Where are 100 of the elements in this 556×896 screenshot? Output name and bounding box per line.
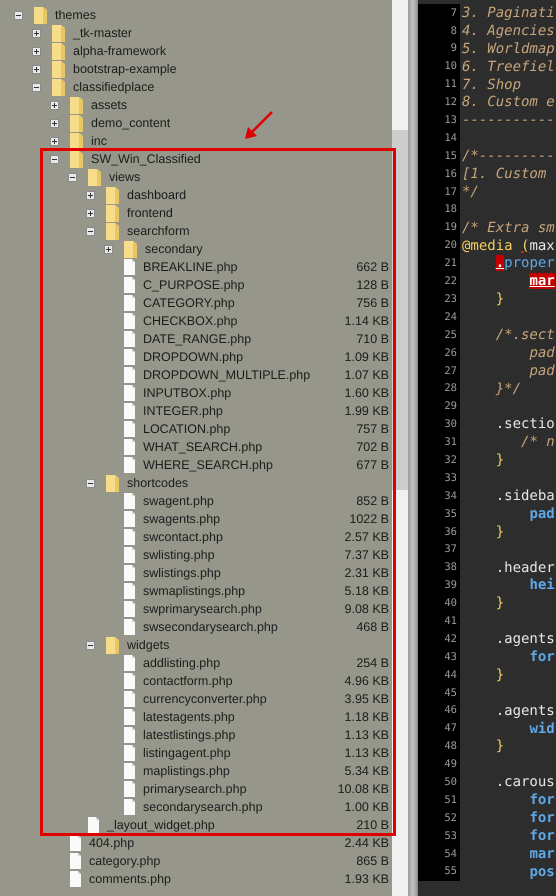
line-number: 20 [444,240,457,251]
code-line: } [494,524,504,539]
file-icon [124,763,135,779]
line-number: 13 [444,115,457,126]
file-name: swmaplistings.php [143,584,246,598]
line-number: 33 [444,472,457,484]
folder-name: bootstrap-example [73,62,177,76]
line-number: 17 [444,186,457,198]
collapse-icon[interactable] [14,10,23,20]
line-number: 49 [444,759,457,770]
folder-name: views [109,170,140,184]
file-size: 757 B [356,422,389,436]
line-number: 16 [444,168,457,180]
collapse-icon[interactable] [86,226,95,236]
file-size: 2.44 KB [344,836,389,850]
file-size: 1022 B [349,512,389,526]
file-icon [124,403,135,419]
file-size: 702 B [356,440,389,454]
file-icon [70,871,81,887]
expand-icon[interactable] [50,100,59,110]
folder-icon [106,474,119,492]
file-name: INTEGER.php [143,404,223,418]
file-icon [124,277,135,293]
file-size: 1.00 KB [344,800,389,814]
file-icon [124,583,135,599]
folder-name: assets [91,98,128,112]
line-number: 55 [444,866,457,877]
file-name: swagents.php [143,512,220,526]
file-icon [124,547,135,563]
collapse-icon[interactable] [32,82,41,92]
expand-icon[interactable] [50,118,59,128]
line-number: 7 [450,8,457,18]
code-line: ----------- [462,113,555,128]
file-icon [124,799,135,815]
code-line: wid [528,722,555,736]
collapse-icon[interactable] [50,154,59,164]
file-size: 1.14 KB [344,314,389,328]
line-number: 30 [444,419,457,430]
file-size: 677 B [356,458,389,472]
file-name: primarysearch.php [143,782,247,796]
file-icon [124,313,135,329]
code-line: } [494,668,504,682]
file-size: 756 B [356,296,389,310]
file-size: 662 B [356,260,389,274]
expand-icon[interactable] [32,64,41,74]
file-icon [124,529,135,545]
folder-icon [52,42,65,60]
expand-icon[interactable] [50,136,59,146]
expand-icon[interactable] [86,190,95,200]
file-size: 1.99 KB [344,404,389,418]
file-icon [124,295,135,311]
code-line: 6. Treefiel [462,60,555,74]
file-name: swcontact.php [143,530,223,544]
line-number: 52 [444,812,457,824]
file-name: maplistings.php [143,764,230,778]
code-line: 5. Worldmap [462,42,555,56]
line-number: 27 [444,366,457,376]
folder-icon [88,168,101,186]
line-number: 32 [444,454,457,466]
code-line: /* Extra sm [462,220,555,235]
line-number: 26 [444,348,457,358]
file-icon [124,691,135,707]
file-size: 1.07 KB [344,368,389,382]
line-number: 31 [444,437,457,448]
expand-icon[interactable] [32,46,41,56]
file-icon [88,817,99,833]
code-line: } [494,596,504,610]
line-number: 8 [450,26,457,36]
file-name: CHECKBOX.php [143,314,238,328]
file-size: 1.18 KB [344,710,389,724]
expand-icon[interactable] [104,244,113,254]
file-size: 5.18 KB [344,584,389,598]
file-icon [124,367,135,383]
line-number: 10 [444,61,457,72]
collapse-icon[interactable] [86,478,95,488]
code-line: for [528,793,555,808]
code-line: for [528,650,555,664]
file-size: 1.60 KB [344,386,389,400]
line-number: 12 [444,97,457,108]
file-size: 2.57 KB [344,530,389,544]
file-size: 10.08 KB [338,782,389,796]
file-name: currencyconverter.php [143,692,267,706]
file-name: swagent.php [143,494,214,508]
file-icon [124,673,135,689]
file-size: 710 B [356,332,389,346]
file-icon [124,781,135,797]
file-name: LOCATION.php [143,422,230,436]
file-size: 9.08 KB [344,602,389,616]
code-line: */ [462,184,479,199]
folder-icon [70,96,83,114]
collapse-icon[interactable] [68,172,77,182]
code-line: /*--------- [462,149,555,164]
code-line: for [528,811,555,826]
expand-icon[interactable] [32,28,41,38]
file-icon [124,421,135,437]
line-number: 43 [444,652,457,662]
line-number: 15 [444,150,457,162]
expand-icon[interactable] [86,208,95,218]
folder-icon [106,636,119,654]
collapse-icon[interactable] [86,640,95,650]
